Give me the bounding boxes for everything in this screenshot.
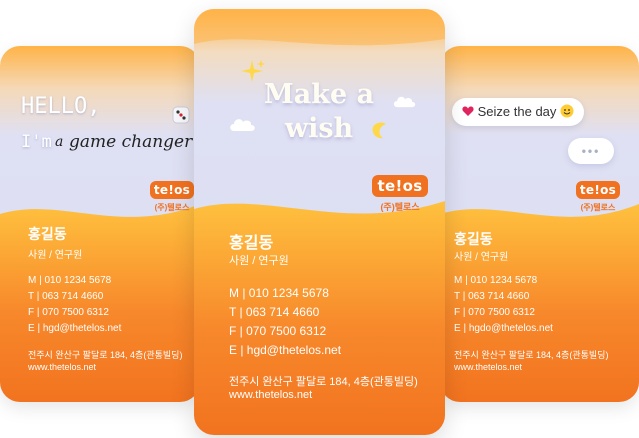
office-address: 전주시 완산구 팔달로 184, 4층(관통빌딩): [28, 350, 183, 360]
bubble-text: Seize the day: [477, 104, 557, 119]
a-text: a: [55, 134, 64, 150]
company-name: (주)텔로스: [580, 203, 616, 212]
website: www.thetelos.net: [229, 389, 313, 401]
im-text: I'm: [21, 132, 52, 152]
telos-logo: te!os: [372, 175, 428, 197]
email-address: E | hgdo@thetelos.net: [454, 323, 553, 334]
business-card-center: Make a wish te!os (주)텔로스 홍길동 사원 / 연구원 M …: [194, 9, 445, 435]
person-name: 홍길동: [28, 226, 67, 242]
dice-icon: [172, 106, 190, 124]
heart-icon: [462, 106, 474, 116]
website: www.thetelos.net: [28, 362, 97, 372]
fax-number: F | 070 7500 6312: [454, 307, 535, 318]
hello-text: HELLO,: [21, 94, 101, 119]
seize-the-day-bubble: Seize the day: [452, 98, 585, 126]
person-role: 사원 / 연구원: [454, 252, 509, 263]
person-name: 홍길동: [229, 235, 274, 252]
telos-logo: te!os: [150, 181, 194, 199]
card-center-background: [194, 9, 445, 435]
mobile-number: M | 010 1234 5678: [454, 275, 538, 286]
website: www.thetelos.net: [454, 362, 523, 372]
make-a-text: Make a: [263, 79, 375, 110]
company-name: (주)텔로스: [154, 203, 190, 212]
office-address: 전주시 완산구 팔달로 184, 4층(관통빌딩): [454, 350, 609, 360]
moon-icon: [372, 122, 386, 139]
typing-dots-bubble: •••: [568, 138, 614, 164]
game-changer-text: game changer: [69, 132, 193, 152]
cloud-icon: [393, 96, 416, 108]
email-address: E | hgd@thetelos.net: [28, 323, 122, 334]
person-role: 사원 / 연구원: [229, 255, 289, 267]
wish-text: wish: [284, 113, 354, 144]
mobile-number: M | 010 1234 5678: [28, 275, 112, 286]
smiley-icon: [560, 104, 574, 118]
fax-number: F | 070 7500 6312: [229, 324, 327, 338]
business-card-right: Seize the day ••• te!os (주)텔로스 홍길동 사원 / …: [440, 46, 639, 402]
telos-logo: te!os: [576, 181, 620, 199]
email-address: E | hgd@thetelos.net: [229, 343, 342, 357]
tel-number: T | 063 714 4660: [454, 291, 530, 302]
cloud-icon: [230, 119, 255, 131]
mobile-number: M | 010 1234 5678: [229, 286, 329, 300]
company-name: (주)텔로스: [380, 202, 420, 212]
tel-number: T | 063 714 4660: [28, 291, 104, 302]
tel-number: T | 063 714 4660: [229, 305, 320, 319]
fax-number: F | 070 7500 6312: [28, 307, 109, 318]
person-name: 홍길동: [454, 231, 493, 247]
business-card-left: HELLO, I'm a game changer te!os (주)텔로스 홍…: [0, 46, 200, 402]
office-address: 전주시 완산구 팔달로 184, 4층(관통빌딩): [229, 376, 418, 388]
person-role: 사원 / 연구원: [28, 250, 83, 261]
